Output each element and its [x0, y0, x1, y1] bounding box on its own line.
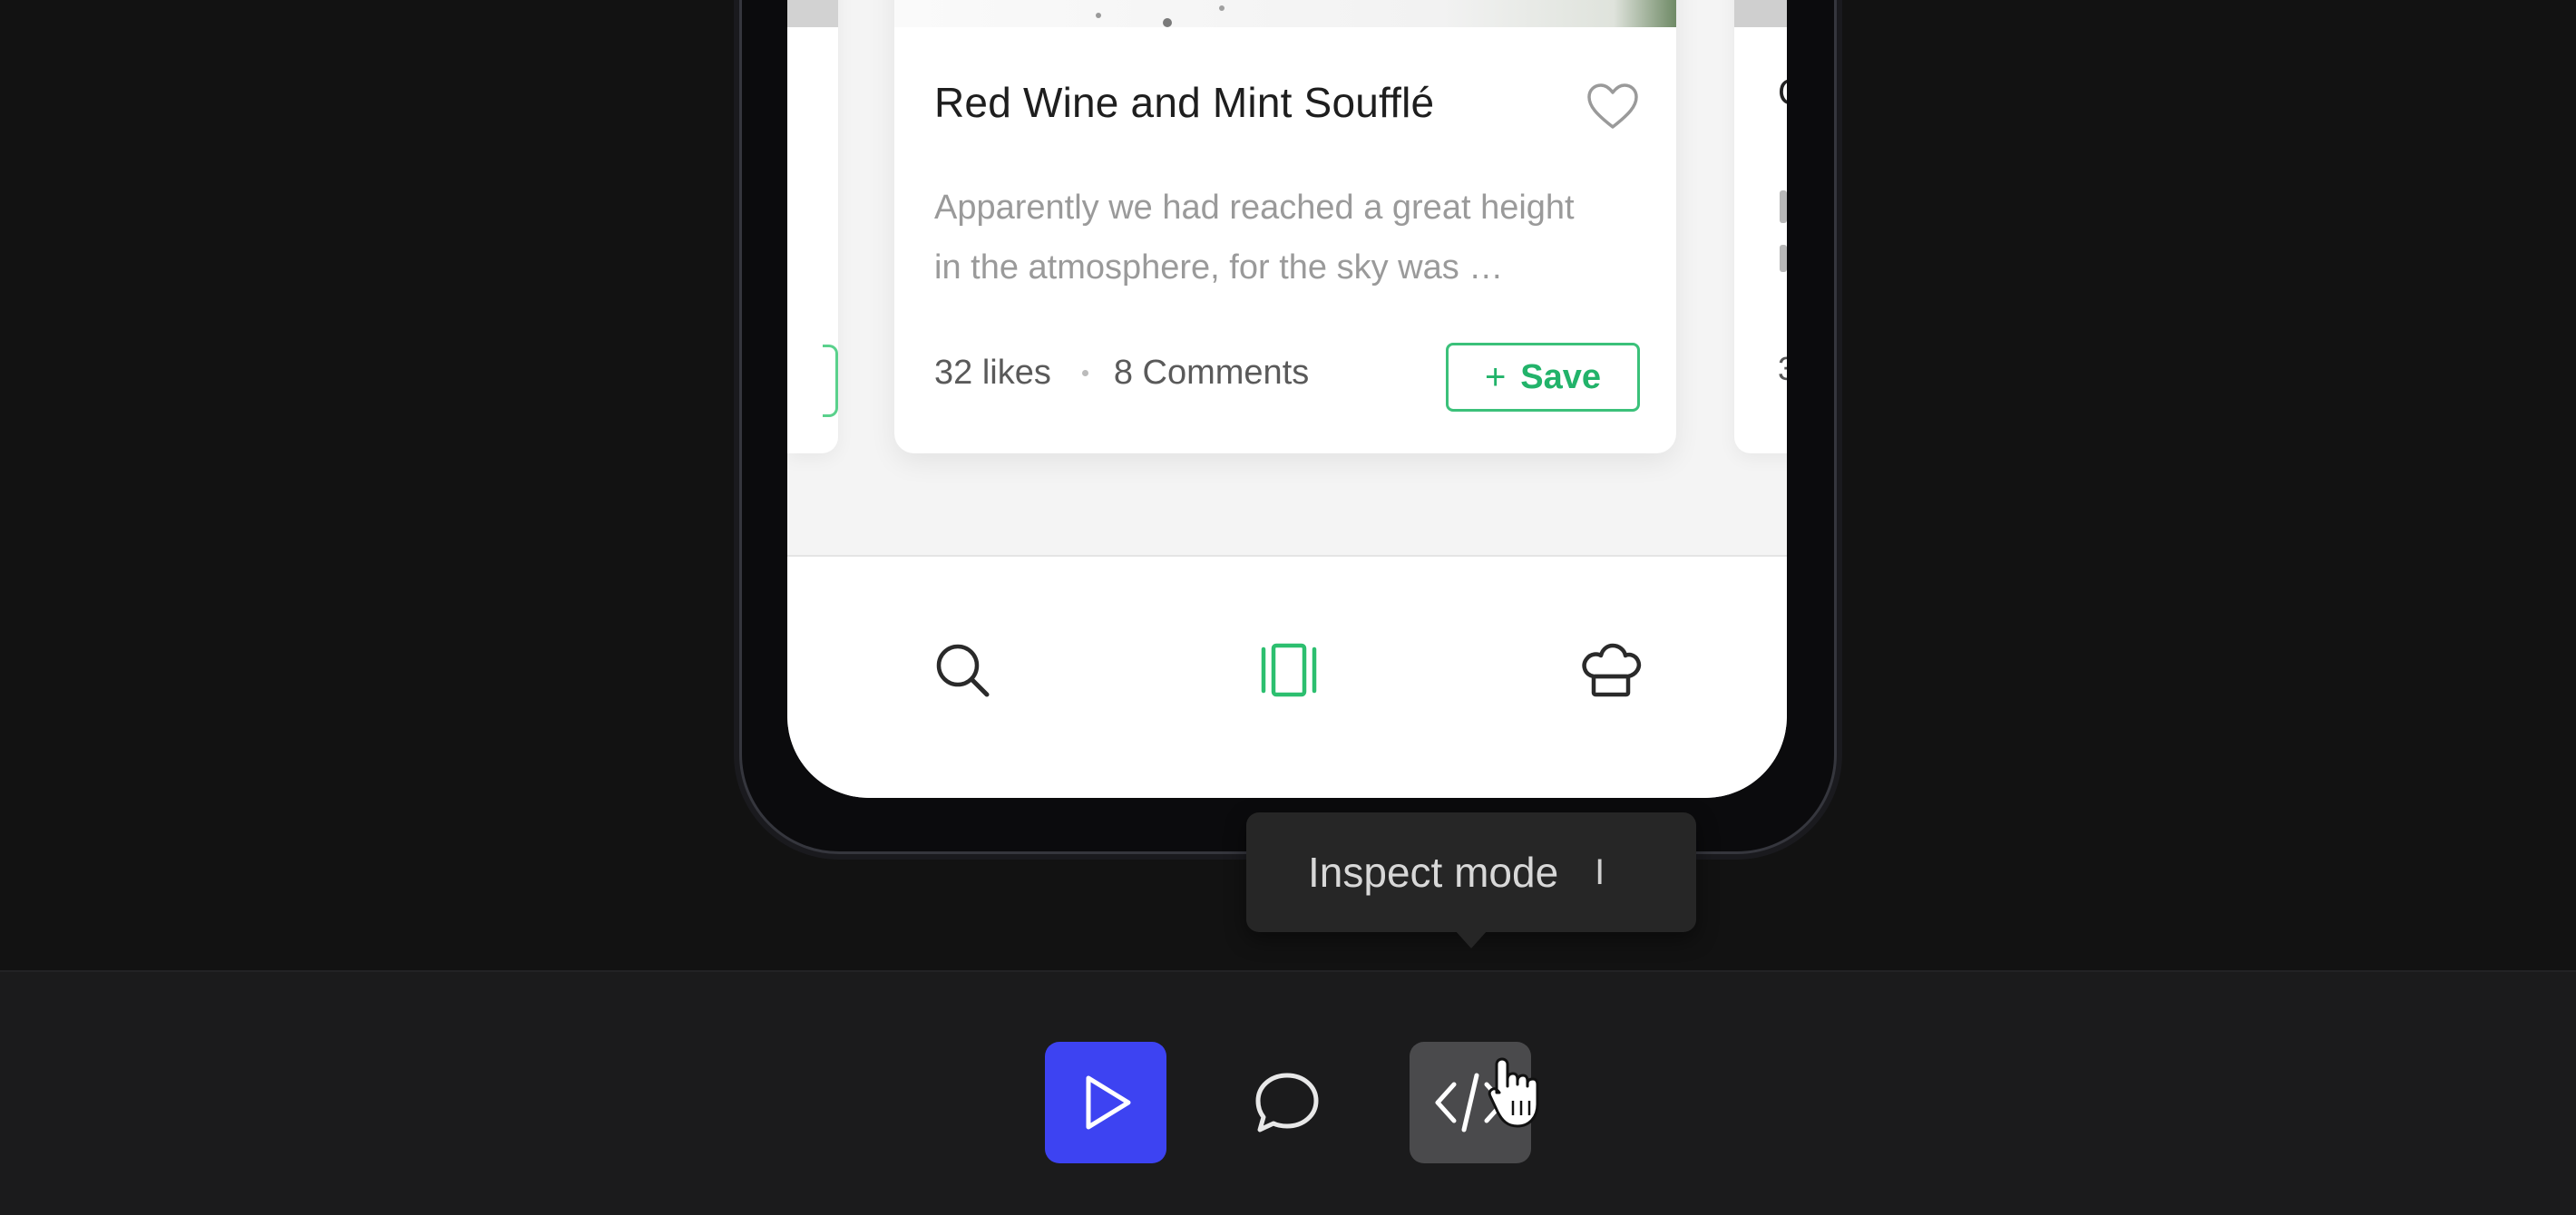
image-speck — [1096, 13, 1101, 18]
hand-cursor-icon — [1488, 1057, 1539, 1128]
recipe-feed[interactable]: Red Wine and Mint Soufflé Apparently we … — [787, 0, 1787, 555]
comment-icon — [1255, 1073, 1319, 1132]
recipe-description: Apparently we had reached a great height… — [934, 178, 1651, 297]
bottom-toolbar — [0, 970, 2576, 1215]
description-peek — [1780, 190, 1787, 223]
phone-screen: Red Wine and Mint Soufflé Apparently we … — [787, 0, 1787, 798]
description-line: in the atmosphere, for the sky was … — [934, 248, 1504, 287]
save-button-label: Save — [1520, 357, 1602, 396]
tooltip-label: Inspect mode — [1308, 849, 1559, 896]
likes-count[interactable]: 32 likes — [934, 354, 1051, 393]
chef-hat-icon[interactable] — [1578, 638, 1642, 702]
comments-count[interactable]: 8 Comments — [1114, 354, 1309, 393]
separator-dot — [1081, 370, 1088, 376]
recipe-title[interactable]: Red Wine and Mint Soufflé — [934, 78, 1434, 127]
recipe-title-next: C — [1778, 73, 1787, 113]
recipe-image-previous — [787, 0, 838, 27]
recipe-stats: 32 likes 8 Comments — [934, 354, 1309, 393]
cards-icon[interactable] — [1257, 638, 1321, 702]
heart-icon[interactable] — [1586, 82, 1640, 132]
recipe-card[interactable]: Red Wine and Mint Soufflé Apparently we … — [894, 0, 1676, 453]
recipe-image — [894, 0, 1676, 27]
image-speck — [1219, 5, 1225, 11]
description-line: Apparently we had reached a great height — [934, 189, 1575, 227]
save-button[interactable]: + Save — [1446, 343, 1640, 412]
play-button[interactable] — [1045, 1042, 1166, 1163]
likes-count-next: 3 — [1778, 350, 1787, 388]
bottom-tab-bar — [787, 555, 1787, 798]
keyboard-shortcut: I — [1595, 851, 1605, 892]
inspect-mode-tooltip: Inspect mode I — [1246, 812, 1696, 932]
description-peek — [1780, 245, 1787, 272]
play-icon — [1086, 1075, 1131, 1130]
search-icon[interactable] — [931, 638, 994, 702]
recipe-image-next — [1734, 0, 1787, 27]
comment-button[interactable] — [1226, 1042, 1348, 1163]
plus-icon: + — [1484, 356, 1507, 397]
recipe-card-previous[interactable] — [787, 0, 838, 453]
tooltip-arrow — [1455, 930, 1488, 948]
image-speck — [1163, 18, 1172, 27]
save-button-previous[interactable] — [823, 345, 838, 417]
recipe-card-next[interactable]: C 3 — [1734, 0, 1787, 453]
